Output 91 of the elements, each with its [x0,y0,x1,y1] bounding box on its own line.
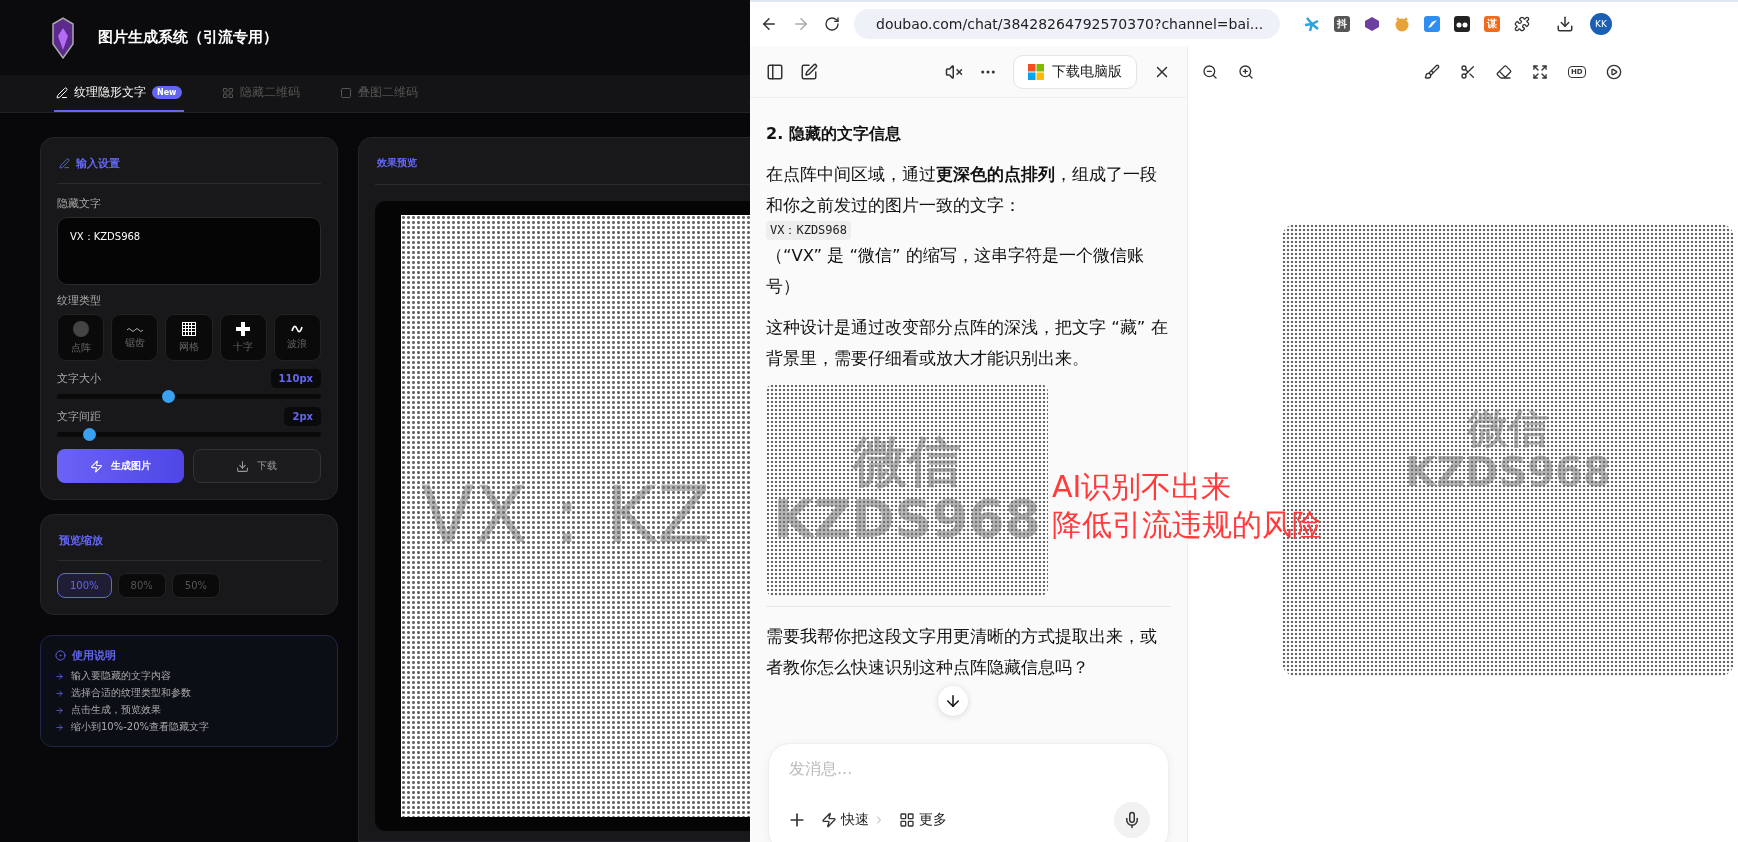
hidden-text: 微信 [853,431,961,492]
extensions-icon[interactable] [1514,16,1530,32]
cross-icon [236,321,251,336]
download-app-button[interactable]: 下载电脑版 [1013,54,1137,89]
square-icon [339,86,352,99]
answer-paragraph: 需要我帮你把这段文字用更清晰的方式提取出来，或者教你怎么快速识别这种点阵隐藏信息吗？ [766,626,1158,679]
card-title: 输入设置 [76,156,120,171]
help-item: 点击生成，预览效果 [71,703,161,717]
hidden-text: KZDS968 [1405,450,1611,494]
annotation-text: AI识别不出来 [1052,468,1233,506]
eraser-icon[interactable] [1496,64,1512,80]
grid-icon [221,86,234,99]
help-item: 选择合适的纹理类型和参数 [71,686,191,700]
reload-icon[interactable] [824,16,840,32]
brush-icon[interactable] [1424,64,1440,80]
sidebar-icon[interactable] [766,62,784,81]
help-item: 缩小到10%-20%查看隐藏文字 [71,720,210,734]
texture-option[interactable]: 网格 [165,314,213,361]
hidden-text: KZDS968 [773,491,1041,549]
dot-icon [72,320,89,337]
field-label: 隐藏文字 [57,196,102,211]
arrow-icon [55,705,64,715]
shield-logo [50,15,76,60]
new-chat-icon[interactable] [800,62,818,81]
back-icon[interactable] [760,15,778,33]
pen-icon [59,158,70,169]
tab-label: 纹理隐形文字 [74,84,146,101]
download-button[interactable]: 下载 [192,449,321,483]
arrow-down-icon [944,692,962,710]
answer-paragraph: 这种设计是通过改变部分点阵的深浅，把文字 “藏” 在背景里，需要仔细看或放大才能识别出来。 [766,317,1169,370]
lightning-icon [89,459,103,473]
grid-icon [182,321,196,336]
arrow-icon [55,722,64,732]
play-icon[interactable] [1605,64,1622,80]
slider-thumb[interactable] [82,428,96,441]
zoom-out-icon[interactable] [1202,64,1218,80]
rocket-icon[interactable] [1424,16,1440,32]
arrow-icon [55,671,64,681]
lightning-icon [821,812,837,828]
quick-mode-button[interactable]: 快速 [821,811,885,829]
hidden-text: 微信 [1468,406,1548,450]
expand-icon[interactable] [1532,64,1548,80]
arrow-icon [55,688,64,698]
answer-heading: 2. 隐藏的文字信息 [766,124,902,145]
download-icon[interactable] [1556,15,1574,33]
zoom-option[interactable]: 100% [57,573,112,598]
slider-value: 110px [270,369,321,388]
app-title: 图片生成系统（引流专用） [98,28,278,47]
texture-option[interactable]: 十字 [219,314,267,361]
texture-option[interactable]: 波浪 [273,314,321,361]
scroll-down-button[interactable] [938,686,968,716]
answer-paragraph: （“VX” 是 “微信” 的缩写，这串字符是一个微信账号） [766,245,1145,298]
tilde-icon [291,324,304,333]
pinwheel-icon[interactable] [1304,16,1320,32]
microphone-button[interactable] [1114,802,1150,838]
url-text: doubao.com/chat/38428264792570370?channel=bai... [876,16,1264,32]
microphone-icon [1123,811,1141,829]
texture-option[interactable]: 锯齿 [111,314,159,361]
slider-value: 2px [284,407,321,426]
annotation-text: 降低引流违规的风险 [1052,506,1322,544]
tab[interactable]: 纹理隐形文字 New [54,75,184,112]
address-bar[interactable]: doubao.com/chat/38428264792570370?channel=bai... [854,9,1280,39]
new-badge: New [152,86,182,99]
texture-option[interactable]: 点阵 [57,314,105,361]
slider-label: 文字大小 [57,371,101,386]
scissors-icon[interactable] [1460,64,1476,80]
help-title: 使用说明 [72,648,116,663]
more-button[interactable]: 更多 [899,811,947,829]
windows-logo [1028,63,1044,80]
info-icon [55,650,66,661]
cube-icon[interactable] [1364,16,1380,32]
slider-thumb[interactable] [161,390,175,403]
answer-paragraph: 在点阵中间区域，通过更深色的点排列，组成了一段和你之前发过的图片一致的文字： [766,164,1158,217]
text-input-field[interactable]: VX：KZDS968 [57,217,321,285]
code-snippet: VX：KZDS968 [766,221,852,240]
pen-icon [56,86,68,99]
wave-icon [125,325,144,332]
slider-label: 文字间距 [57,409,101,424]
help-item: 输入要隐藏的文字内容 [71,669,171,683]
generate-button[interactable]: 生成图片 [57,449,184,483]
extension-icon[interactable]: 谋 [1484,16,1500,32]
message-input[interactable]: 发消息... [787,758,1150,779]
extension-icon[interactable]: 抖 [1334,16,1350,32]
mute-icon[interactable] [945,62,963,81]
card-title: 预览缩放 [59,533,103,548]
zoom-in-icon[interactable] [1238,64,1254,80]
eyes-icon[interactable] [1454,16,1470,32]
profile-avatar[interactable]: KK [1590,13,1612,35]
field-label: 纹理类型 [57,293,102,308]
grid-icon [899,812,915,828]
download-icon [236,459,250,473]
